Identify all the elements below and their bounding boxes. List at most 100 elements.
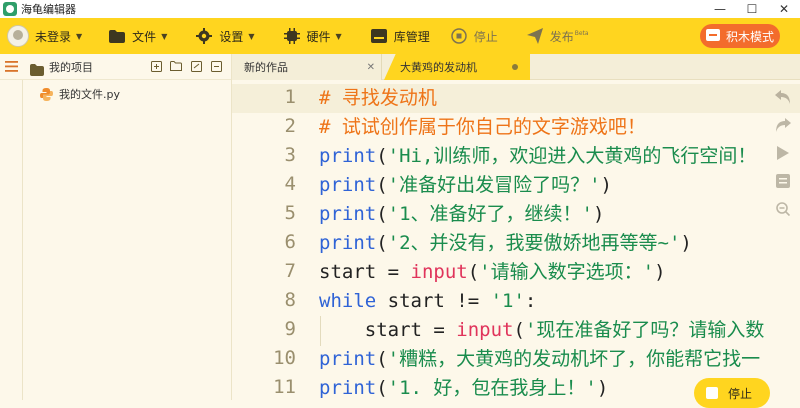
line-number: 9 <box>284 318 296 340</box>
code-token-str: '糟糕，大黄鸡的发动机坏了，你能帮它找一 <box>387 348 761 370</box>
file-item[interactable]: 我的文件.py <box>40 86 120 102</box>
publish-label: 发布 <box>549 29 574 44</box>
settings-menu[interactable]: 设置 ▼ <box>195 18 255 54</box>
chevron-down-icon: ▼ <box>335 31 342 41</box>
code-token-str: '准备好出发冒险了吗？' <box>387 174 601 196</box>
code-token-call: input <box>410 261 468 283</box>
refresh-icon[interactable] <box>189 59 203 73</box>
editor-tabs: 新的作品 ✕ 大黄鸡的发动机 <box>232 54 800 80</box>
hardware-chip-icon <box>283 27 301 45</box>
undo-icon[interactable] <box>774 88 792 106</box>
library-manager-button[interactable]: 库管理 <box>370 18 430 54</box>
line-number: 1 <box>284 86 296 108</box>
code-line: print('准备好出发冒险了吗？') <box>319 171 612 200</box>
code-token-indent <box>319 319 365 341</box>
line-number: 5 <box>284 202 296 224</box>
code-token-comment: # 寻找发动机 <box>319 87 437 109</box>
chevron-down-icon: ▼ <box>76 31 83 41</box>
line-number: 10 <box>273 347 296 369</box>
code-token-close: ) <box>654 261 666 283</box>
stop-icon <box>450 27 468 45</box>
toolbar-stop-label: 停止 <box>473 29 498 44</box>
code-line: print('2、并没有，我要傲娇地再等等~') <box>319 229 692 258</box>
current-line-highlight <box>232 84 800 113</box>
file-menu[interactable]: 文件 ▼ <box>108 18 167 54</box>
code-token-close: ) <box>680 232 692 254</box>
code-token-str: '1' <box>490 290 525 312</box>
tab-new-work[interactable]: 新的作品 ✕ <box>232 54 382 80</box>
stop-button-label: 停止 <box>728 386 753 401</box>
code-line: # 试试创作属于你自己的文字游戏吧！ <box>319 113 646 142</box>
code-editor[interactable]: 1 2 3 4 5 6 7 8 9 10 11 # 寻找发动机 # 试试创作属于你自己的文字游戏吧！ p… <box>232 80 800 400</box>
file-menu-label: 文件 <box>132 29 157 44</box>
tab-label: 新的作品 <box>244 61 288 74</box>
project-folder-icon <box>30 61 44 76</box>
beta-badge: Beta <box>574 29 589 37</box>
zoom-out-icon[interactable] <box>774 200 792 218</box>
code-token-fn: print <box>319 348 377 370</box>
editor-side-toolbar <box>774 88 794 218</box>
code-token-comment: # 试试创作属于你自己的文字游戏吧！ <box>319 116 646 138</box>
python-file-icon <box>40 87 53 101</box>
code-line: print('Hi,训练师，欢迎进入大黄鸡的飞行空间！ <box>319 142 756 171</box>
new-file-icon[interactable] <box>149 59 163 73</box>
app-logo-icon <box>3 2 17 16</box>
code-token-open: ( <box>513 319 525 341</box>
collapse-icon[interactable] <box>209 59 223 73</box>
tab-chicken-engine[interactable]: 大黄鸡的发动机 <box>384 54 530 80</box>
stop-button[interactable]: 停止 <box>694 378 770 408</box>
hardware-menu[interactable]: 硬件 ▼ <box>283 18 342 54</box>
run-icon[interactable] <box>774 144 792 162</box>
format-icon[interactable] <box>774 172 792 190</box>
close-window-button[interactable]: ✕ <box>768 0 800 18</box>
login-status-label: 未登录 <box>35 29 72 44</box>
file-name: 我的文件.py <box>59 88 120 101</box>
toolbar-stop-button[interactable]: 停止 <box>450 18 498 54</box>
code-token-open: ( <box>376 377 388 399</box>
code-token-close: : <box>524 290 537 312</box>
minimize-button[interactable]: — <box>704 0 736 18</box>
code-token-fn: print <box>319 232 377 254</box>
code-token-open: ( <box>376 232 388 254</box>
redo-icon[interactable] <box>774 116 792 134</box>
code-token-open: ( <box>376 174 388 196</box>
block-mode-label: 积木模式 <box>725 29 774 44</box>
code-token-str: '1、准备好了，继续！' <box>387 203 593 225</box>
title-bar: 海龟编辑器 — ☐ ✕ <box>0 0 800 18</box>
new-folder-icon[interactable] <box>169 59 183 73</box>
code-token-str: '1. 好，包在我身上！' <box>387 377 597 399</box>
code-token-open: ( <box>376 145 388 167</box>
window-controls: — ☐ ✕ <box>704 0 800 18</box>
main-toolbar: 未登录 ▼ 文件 ▼ 设置 ▼ 硬件 ▼ 库管理 停止 发布 Beta 积木模式 <box>0 18 800 54</box>
code-token-fn: print <box>319 203 377 225</box>
code-token-kw: while <box>319 290 377 312</box>
block-mode-icon <box>705 28 720 44</box>
code-token-var: start = <box>319 261 411 283</box>
code-token-open: ( <box>376 203 388 225</box>
publish-button[interactable]: 发布 Beta <box>526 18 589 54</box>
account-menu[interactable]: 未登录 ▼ <box>0 18 82 54</box>
settings-menu-label: 设置 <box>219 29 244 44</box>
code-line: print('1、准备好了，继续！') <box>319 200 604 229</box>
close-icon[interactable]: ✕ <box>367 62 375 73</box>
code-token-close: ) <box>600 174 612 196</box>
sidebar-divider <box>22 80 23 400</box>
paper-plane-icon <box>526 27 544 45</box>
code-token-str: 'Hi,训练师，欢迎进入大黄鸡的飞行空间！ <box>387 145 757 167</box>
line-number: 4 <box>284 173 296 195</box>
code-line: # 寻找发动机 <box>319 84 437 113</box>
library-icon <box>370 27 388 45</box>
line-number: 11 <box>273 376 296 398</box>
code-token-str: '现在准备好了吗？请输入数 <box>524 319 765 341</box>
maximize-button[interactable]: ☐ <box>736 0 768 18</box>
code-token-fn: print <box>319 377 377 399</box>
code-token-close: ) <box>596 377 609 399</box>
line-number: 7 <box>284 260 296 282</box>
sidebar-toggle-icon[interactable] <box>0 54 22 80</box>
project-label: 我的项目 <box>49 60 93 74</box>
line-number: 8 <box>284 289 296 311</box>
line-number-gutter: 1 2 3 4 5 6 7 8 9 10 11 <box>232 80 312 400</box>
chevron-down-icon: ▼ <box>248 31 255 41</box>
block-mode-button[interactable]: 积木模式 <box>700 24 780 48</box>
code-token-close: ) <box>592 203 605 225</box>
